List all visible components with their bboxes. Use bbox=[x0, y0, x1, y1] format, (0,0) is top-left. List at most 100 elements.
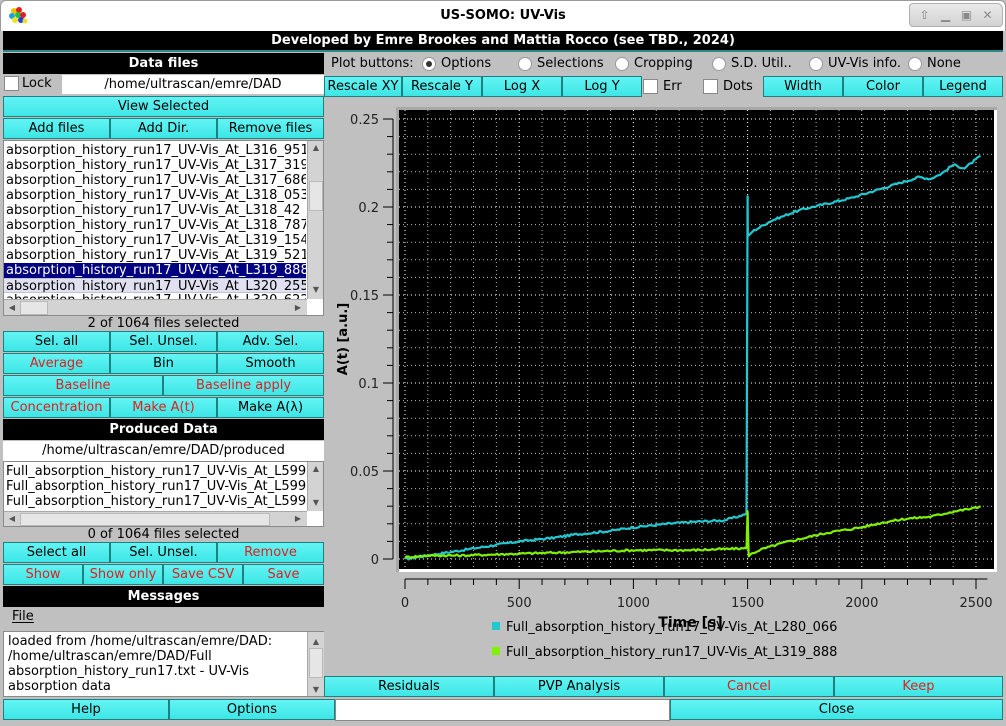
scroll-right-icon[interactable]: ▶ bbox=[290, 303, 306, 312]
rescale-y-button[interactable]: Rescale Y bbox=[402, 76, 482, 97]
radio-uv-vis-info[interactable] bbox=[809, 57, 823, 71]
produced-directory-path: /home/ultrascan/emre/DAD/produced bbox=[3, 441, 324, 461]
data-files-header: Data files bbox=[3, 53, 324, 74]
produced-list-item[interactable]: Full_absorption_history_run17_UV-Vis_At_… bbox=[4, 464, 306, 479]
remove-files-button[interactable]: Remove files bbox=[217, 118, 324, 139]
close-button[interactable]: Close bbox=[670, 699, 1003, 720]
sel-all-button[interactable]: Sel. all bbox=[3, 331, 110, 352]
scroll-left-icon[interactable]: ◀ bbox=[4, 303, 20, 312]
bin-button[interactable]: Bin bbox=[110, 353, 217, 374]
scroll-up-icon[interactable]: ▲ bbox=[308, 143, 323, 152]
file-list-item[interactable]: absorption_history_run17_UV-Vis_At_L317_… bbox=[4, 158, 306, 173]
legend-entry[interactable]: Full_absorption_history_run17_UV-Vis_At_… bbox=[506, 645, 837, 660]
scroll-thumb-horizontal[interactable] bbox=[20, 513, 270, 526]
average-button[interactable]: Average bbox=[3, 353, 110, 374]
add-files-button[interactable]: Add files bbox=[3, 118, 110, 139]
data-files-list[interactable]: absorption_history_run17_UV-Vis_At_L316_… bbox=[3, 140, 324, 316]
radio-none[interactable] bbox=[908, 57, 922, 71]
legend-button[interactable]: Legend bbox=[923, 76, 1003, 97]
messages-file-menu[interactable]: File bbox=[12, 609, 34, 624]
scroll-down-icon[interactable]: ▼ bbox=[308, 285, 323, 294]
save-button[interactable]: Save bbox=[243, 564, 324, 585]
file-list-item[interactable]: absorption_history_run17_UV-Vis_At_L318_… bbox=[4, 218, 306, 233]
radio-cropping[interactable] bbox=[615, 57, 629, 71]
scroll-thumb[interactable] bbox=[309, 648, 323, 678]
lock-checkbox[interactable] bbox=[4, 76, 19, 91]
width-button[interactable]: Width bbox=[763, 76, 843, 97]
dots-checkbox[interactable] bbox=[703, 79, 718, 94]
residuals-button[interactable]: Residuals bbox=[324, 676, 494, 697]
window-title: US-SOMO: UV-Vis bbox=[440, 8, 566, 23]
file-list-item[interactable]: absorption_history_run17_UV-Vis_At_L316_… bbox=[4, 143, 306, 158]
adv-sel-button[interactable]: Adv. Sel. bbox=[217, 331, 324, 352]
scroll-right-icon[interactable]: ▶ bbox=[290, 514, 306, 523]
produced-list-item[interactable]: Full_absorption_history_run17_UV-Vis_At_… bbox=[4, 494, 306, 509]
produced-sel-unsel-button[interactable]: Sel. Unsel. bbox=[110, 542, 217, 563]
select-all-button[interactable]: Select all bbox=[3, 542, 110, 563]
baseline-button[interactable]: Baseline bbox=[3, 375, 163, 396]
radio-selections[interactable] bbox=[518, 57, 532, 71]
show-button[interactable]: Show bbox=[3, 564, 83, 585]
make-at-button[interactable]: Make A(t) bbox=[110, 397, 217, 418]
color-button[interactable]: Color bbox=[843, 76, 923, 97]
scroll-up-icon[interactable]: ▲ bbox=[308, 634, 324, 649]
cancel-button[interactable]: Cancel bbox=[664, 676, 834, 697]
produced-vertical-scrollbar[interactable]: ▲ ▼ bbox=[307, 462, 323, 511]
lock-label: Lock bbox=[22, 76, 52, 91]
scroll-down-icon[interactable]: ▼ bbox=[308, 682, 324, 697]
maximize-icon[interactable]: ▣ bbox=[958, 8, 976, 22]
make-alambda-button[interactable]: Make A(λ) bbox=[217, 397, 324, 418]
messages-scrollbar[interactable]: ▲ ▼ bbox=[307, 632, 324, 696]
files-horizontal-scrollbar[interactable]: ◀ ▶ bbox=[4, 299, 307, 315]
x-tick-label: 1000 bbox=[617, 596, 650, 611]
progress-text-field[interactable] bbox=[335, 699, 670, 721]
scroll-thumb-horizontal[interactable] bbox=[20, 301, 48, 315]
baseline-apply-button[interactable]: Baseline apply bbox=[163, 375, 324, 396]
options-button[interactable]: Options bbox=[169, 699, 335, 720]
absorbance-plot[interactable]: 0 0.05 0.1 0.15 0.2 0.25 A(t) [a.u.] 0 500 1000 15… bbox=[325, 100, 1006, 675]
produced-list-item[interactable]: Full_absorption_history_run17_UV-Vis_At_… bbox=[4, 479, 306, 494]
file-list-item[interactable]: absorption_history_run17_UV-Vis_At_L319_… bbox=[4, 233, 306, 248]
sel-unsel-button[interactable]: Sel. Unsel. bbox=[110, 331, 217, 352]
file-list-item[interactable]: absorption_history_run17_UV-Vis_At_L318_… bbox=[4, 188, 306, 203]
scroll-left-icon[interactable]: ◀ bbox=[4, 514, 20, 523]
view-selected-button[interactable]: View Selected bbox=[3, 96, 324, 117]
messages-textbox[interactable]: loaded from /home/ultrascan/emre/DAD:/ho… bbox=[3, 631, 324, 697]
save-csv-button[interactable]: Save CSV bbox=[163, 564, 243, 585]
pvp-analysis-button[interactable]: PVP Analysis bbox=[494, 676, 664, 697]
close-icon[interactable]: ✕ bbox=[979, 8, 997, 22]
rescale-xy-button[interactable]: Rescale XY bbox=[324, 76, 402, 97]
scroll-up-icon[interactable]: ▲ bbox=[308, 464, 323, 473]
produced-horizontal-scrollbar[interactable]: ◀ ▶ bbox=[4, 511, 307, 526]
files-vertical-scrollbar[interactable]: ▲ ▼ bbox=[307, 141, 323, 299]
add-dir-button[interactable]: Add Dir. bbox=[110, 118, 217, 139]
file-list-item[interactable]: absorption_history_run17_UV-Vis_At_L319_… bbox=[4, 263, 306, 278]
produced-selected-status: 0 of 1064 files selected bbox=[87, 527, 240, 542]
keep-button[interactable]: Keep bbox=[834, 676, 1003, 697]
plot-canvas[interactable] bbox=[399, 110, 994, 569]
show-only-button[interactable]: Show only bbox=[83, 564, 163, 585]
log-x-button[interactable]: Log X bbox=[482, 76, 562, 97]
concentration-button[interactable]: Concentration bbox=[3, 397, 110, 418]
up-icon[interactable]: ⇧ bbox=[916, 8, 934, 22]
err-checkbox[interactable] bbox=[643, 79, 658, 94]
minimize-icon[interactable]: ▁ bbox=[937, 8, 955, 22]
scroll-down-icon[interactable]: ▼ bbox=[308, 498, 323, 507]
file-list-item[interactable]: absorption_history_run17_UV-Vis_At_L317_… bbox=[4, 173, 306, 188]
remove-button[interactable]: Remove bbox=[217, 542, 324, 563]
file-list-item[interactable]: absorption_history_run17_UV-Vis_At_L319_… bbox=[4, 248, 306, 263]
legend-entry[interactable]: Full_absorption_history_run17_UV-Vis_At_… bbox=[506, 620, 837, 635]
smooth-button[interactable]: Smooth bbox=[217, 353, 324, 374]
window-controls: ⇧ ▁ ▣ ✕ bbox=[909, 3, 1003, 27]
radio-options[interactable] bbox=[422, 57, 436, 71]
file-list-item[interactable]: absorption_history_run17_UV-Vis_At_L320_… bbox=[4, 278, 306, 293]
x-tick-label: 2500 bbox=[959, 596, 992, 611]
help-button[interactable]: Help bbox=[3, 699, 169, 720]
log-y-button[interactable]: Log Y bbox=[562, 76, 642, 97]
radio-label: Cropping bbox=[634, 56, 693, 71]
radio-s-d-util[interactable] bbox=[712, 57, 726, 71]
x-tick-label: 500 bbox=[507, 596, 532, 611]
scroll-thumb[interactable] bbox=[309, 181, 323, 211]
produced-files-list[interactable]: Full_absorption_history_run17_UV-Vis_At_… bbox=[3, 461, 324, 527]
file-list-item[interactable]: absorption_history_run17_UV-Vis_At_L318_… bbox=[4, 203, 306, 218]
